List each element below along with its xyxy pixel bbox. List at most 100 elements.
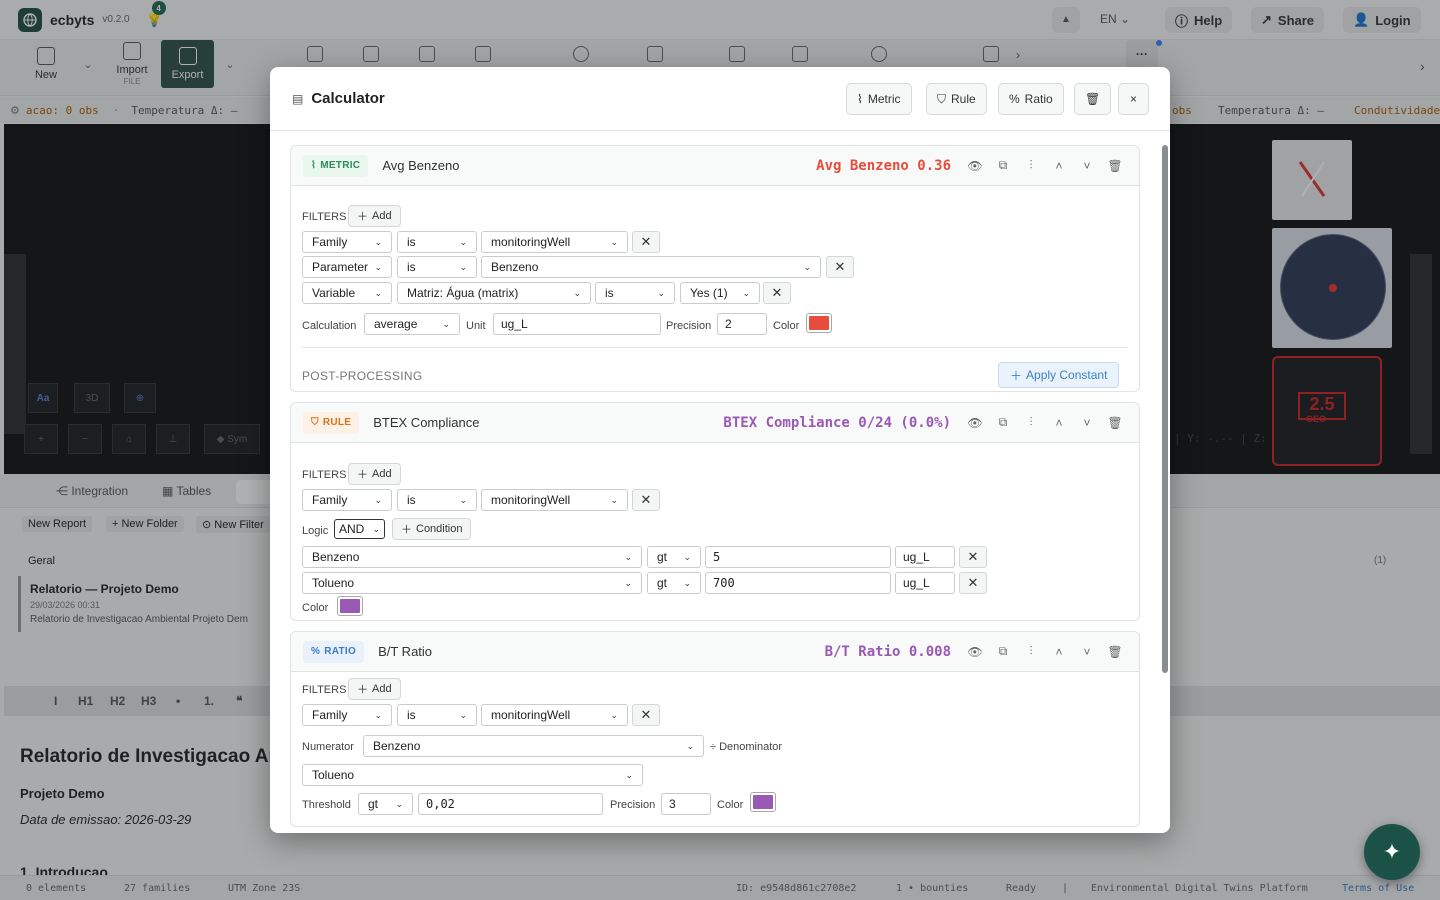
duplicate-icon[interactable]: ⧉ xyxy=(995,415,1011,431)
metric-badge: ⌇ METRIC xyxy=(303,154,369,177)
add-condition-button[interactable]: ＋ Condition xyxy=(392,518,472,540)
add-filter-button[interactable]: ＋ Add xyxy=(348,205,401,227)
add-ratio-button[interactable]: % Ratio xyxy=(998,83,1064,115)
condition-value-input[interactable]: 700 xyxy=(705,572,891,594)
chevron-up-icon[interactable]: ˄ xyxy=(1051,644,1067,660)
chevron-down-icon[interactable]: ˅ xyxy=(1079,415,1095,431)
pulse-icon: ⌇ xyxy=(311,160,317,171)
rule-badge-label: RULE xyxy=(322,417,352,428)
filters-label: FILTERS xyxy=(302,469,347,481)
trash-icon[interactable]: 🗑 xyxy=(1107,415,1123,431)
remove-filter-button[interactable]: ✕ xyxy=(632,704,660,726)
condition-param-select[interactable]: Tolueno ⌄ xyxy=(302,572,642,594)
duplicate-icon[interactable]: ⧉ xyxy=(995,158,1011,174)
ratio-card: % RATIO B/T Ratio B/T Ratio 0.008 👁 ⧉ ⫶ ˄… xyxy=(290,631,1140,827)
color-label: Color xyxy=(717,799,744,811)
modal-scrollbar[interactable] xyxy=(1162,145,1168,673)
add-filter-label: Add xyxy=(372,683,392,695)
bar-chart-icon[interactable]: ⫶ xyxy=(1023,158,1039,174)
rule-name[interactable]: BTEX Compliance xyxy=(373,415,479,430)
filter-variable-select[interactable]: Matriz: Água (matrix) ⌄ xyxy=(397,282,591,304)
metric-name[interactable]: Avg Benzeno xyxy=(382,158,459,173)
precision-input[interactable]: 2 xyxy=(717,313,767,335)
filters-label: FILTERS xyxy=(302,684,347,696)
precision-input[interactable]: 3 xyxy=(661,793,711,815)
filter-operator-select[interactable]: is ⌄ xyxy=(397,704,477,726)
color-swatch[interactable] xyxy=(337,596,363,616)
chevron-up-icon[interactable]: ˄ xyxy=(1051,415,1067,431)
add-metric-button[interactable]: ⌇ Metric xyxy=(846,83,912,115)
color-swatch[interactable] xyxy=(806,313,832,333)
post-processing-label: POST-PROCESSING xyxy=(302,369,423,383)
trash-icon: 🗑 xyxy=(1085,92,1101,106)
remove-condition-button[interactable]: ✕ xyxy=(959,546,987,568)
unit-input[interactable]: ug_L xyxy=(493,313,661,335)
condition-unit-input[interactable]: ug_L xyxy=(895,546,955,568)
numerator-select[interactable]: Benzeno ⌄ xyxy=(363,735,704,757)
plus-icon: ＋ xyxy=(357,469,368,481)
trash-icon[interactable]: 🗑 xyxy=(1107,158,1123,174)
add-filter-button[interactable]: ＋ Add xyxy=(348,463,401,485)
metric-card-header: ⌇ METRIC Avg Benzeno Avg Benzeno 0.36 👁 ⧉… xyxy=(291,146,1139,186)
logic-label: Logic xyxy=(302,525,329,537)
filter-field-select[interactable]: Parameter ⌄ xyxy=(302,256,392,278)
add-filter-label: Add xyxy=(372,468,392,480)
filter-field-select[interactable]: Variable ⌄ xyxy=(302,282,392,304)
filter-field-select[interactable]: Family ⌄ xyxy=(302,231,392,253)
remove-filter-button[interactable]: ✕ xyxy=(632,489,660,511)
color-label: Color xyxy=(302,602,329,614)
logic-select[interactable]: AND ⌄ xyxy=(334,519,385,539)
metric-badge-label: METRIC xyxy=(320,160,361,171)
threshold-label: Threshold xyxy=(302,799,351,811)
condition-operator-select[interactable]: gt ⌄ xyxy=(647,572,701,594)
denominator-select[interactable]: Tolueno ⌄ xyxy=(302,764,643,786)
color-swatch[interactable] xyxy=(750,792,776,812)
filter-operator-select[interactable]: is ⌄ xyxy=(397,489,477,511)
remove-filter-button[interactable]: ✕ xyxy=(763,282,791,304)
bar-chart-icon[interactable]: ⫶ xyxy=(1023,415,1039,431)
eye-icon[interactable]: 👁 xyxy=(967,415,983,431)
chevron-down-icon[interactable]: ˅ xyxy=(1079,644,1095,660)
trash-icon[interactable]: 🗑 xyxy=(1107,644,1123,660)
eye-icon[interactable]: 👁 xyxy=(967,644,983,660)
threshold-operator-select[interactable]: gt ⌄ xyxy=(358,793,413,815)
condition-value-input[interactable]: 5 xyxy=(705,546,891,568)
add-ratio-label: Ratio xyxy=(1024,92,1053,106)
chevron-down-icon[interactable]: ˅ xyxy=(1079,158,1095,174)
numerator-label: Numerator xyxy=(302,741,354,753)
filter-value-select[interactable]: monitoringWell ⌄ xyxy=(481,704,628,726)
filter-operator-select[interactable]: is ⌄ xyxy=(397,256,477,278)
percent-icon: % xyxy=(1009,92,1020,106)
assistant-fab-button[interactable]: ✦ xyxy=(1364,824,1420,880)
filter-operator-select[interactable]: is ⌄ xyxy=(397,231,477,253)
eye-icon[interactable]: 👁 xyxy=(967,158,983,174)
remove-condition-button[interactable]: ✕ xyxy=(959,572,987,594)
duplicate-icon[interactable]: ⧉ xyxy=(995,644,1011,660)
close-button[interactable]: × xyxy=(1118,83,1150,115)
add-rule-button[interactable]: ⛉ Rule xyxy=(926,83,987,115)
threshold-input[interactable]: 0,02 xyxy=(418,793,603,815)
apply-constant-button[interactable]: ＋ Apply Constant xyxy=(998,362,1120,388)
filter-operator-select[interactable]: is ⌄ xyxy=(595,282,675,304)
calculation-select[interactable]: average ⌄ xyxy=(364,313,460,335)
filter-value-select[interactable]: Benzeno ⌄ xyxy=(481,256,821,278)
modal-body: ⌇ METRIC Avg Benzeno Avg Benzeno 0.36 👁 ⧉… xyxy=(270,132,1160,833)
ratio-name[interactable]: B/T Ratio xyxy=(378,644,432,659)
add-filter-button[interactable]: ＋ Add xyxy=(348,678,401,700)
rule-card: ⛉ RULE BTEX Compliance BTEX Compliance 0/… xyxy=(290,402,1140,621)
chevron-up-icon[interactable]: ˄ xyxy=(1051,158,1067,174)
rule-value: BTEX Compliance 0/24 (0.0%) xyxy=(723,414,951,431)
remove-filter-button[interactable]: ✕ xyxy=(826,256,854,278)
filter-value-select[interactable]: monitoringWell ⌄ xyxy=(481,489,628,511)
filter-field-select[interactable]: Family ⌄ xyxy=(302,489,392,511)
condition-param-select[interactable]: Benzeno ⌄ xyxy=(302,546,642,568)
bar-chart-icon[interactable]: ⫶ xyxy=(1023,644,1039,660)
condition-unit-input[interactable]: ug_L xyxy=(895,572,955,594)
calculator-icon: ▤ xyxy=(292,91,304,106)
condition-operator-select[interactable]: gt ⌄ xyxy=(647,546,701,568)
filter-value-select[interactable]: monitoringWell ⌄ xyxy=(481,231,628,253)
delete-all-button[interactable]: 🗑 xyxy=(1074,83,1112,115)
filter-field-select[interactable]: Family ⌄ xyxy=(302,704,392,726)
filter-value-select[interactable]: Yes (1) ⌄ xyxy=(680,282,760,304)
remove-filter-button[interactable]: ✕ xyxy=(632,231,660,253)
